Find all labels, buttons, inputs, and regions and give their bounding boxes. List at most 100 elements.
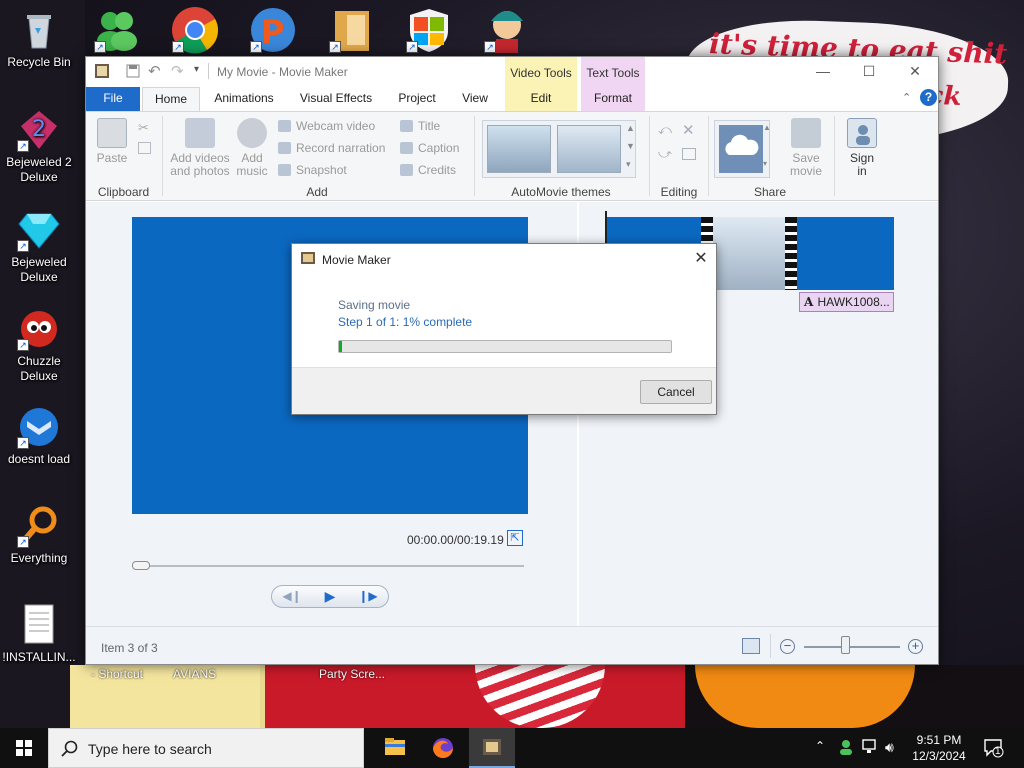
taskbar-firefox[interactable] [420, 728, 466, 768]
network-icon[interactable] [862, 739, 880, 768]
clock[interactable]: 9:51 PM 12/3/2024 [903, 732, 975, 764]
rotate-left-icon[interactable]: ⤺ [658, 122, 672, 138]
tab-view[interactable]: View [452, 87, 498, 111]
desktop-icon-chuzzle[interactable]: ↗ Chuzzle Deluxe [0, 307, 78, 384]
zoom-thumb[interactable] [841, 636, 850, 654]
seek-slider[interactable] [132, 561, 524, 570]
cancel-button[interactable]: Cancel [640, 380, 712, 404]
share-up-icon[interactable]: ▲ [763, 123, 771, 132]
maximize-button[interactable]: ☐ [846, 57, 892, 87]
onedrive-share-tile[interactable] [719, 125, 763, 173]
tab-animations[interactable]: Animations [206, 87, 282, 111]
help-icon[interactable]: ? [920, 89, 937, 106]
collapse-ribbon-icon[interactable]: ⌃ [902, 91, 911, 104]
gallery-more-icon[interactable]: ▾ [626, 159, 631, 170]
tab-file[interactable]: File [86, 87, 140, 111]
desktop-icon-folder-zip[interactable]: ↗ [327, 5, 377, 55]
tab-edit[interactable]: Edit [505, 87, 577, 111]
notification-center-icon[interactable]: 1 [983, 738, 1005, 768]
desktop-label-avians[interactable]: AVIANS [173, 667, 216, 681]
quick-access-dropdown-icon[interactable]: ▾ [194, 64, 199, 75]
desktop-icon-bejeweled2[interactable]: 2 ↗ Bejeweled 2 Deluxe [0, 108, 78, 185]
storyboard-view-icon[interactable] [742, 638, 760, 654]
ribbon-separator [708, 116, 709, 196]
zoom-slider[interactable] [804, 646, 900, 648]
paste-button[interactable]: Paste [96, 118, 128, 165]
gallery-down-icon[interactable]: ▼ [626, 141, 635, 151]
start-button[interactable] [0, 728, 48, 768]
desktop-icon-recycle-bin[interactable]: Recycle Bin [0, 8, 78, 70]
desktop-label-party[interactable]: Party Scre... [319, 667, 385, 681]
title-button[interactable]: Title [400, 116, 440, 136]
zoom-out-button[interactable]: − [780, 639, 795, 654]
tab-format[interactable]: Format [581, 87, 645, 111]
user-status-icon[interactable] [838, 738, 854, 768]
share-gallery[interactable]: ▲ ▾ [714, 120, 771, 178]
save-icon[interactable] [126, 64, 140, 81]
webcam-video-button[interactable]: Webcam video [278, 116, 375, 136]
desktop-icon-installing[interactable]: !INSTALLIN... [0, 603, 78, 665]
shortcut-arrow-icon: ↗ [17, 140, 29, 152]
previous-frame-button[interactable]: ◀❙ [274, 588, 310, 605]
item-count: Item 3 of 3 [101, 641, 158, 655]
desktop-label-shortcut[interactable]: - Shortcut [91, 667, 143, 681]
next-frame-button[interactable]: ❙▶ [350, 588, 386, 605]
caption-button[interactable]: Caption [400, 138, 459, 158]
copy-icon[interactable] [138, 142, 151, 154]
desktop-icon-messenger[interactable]: ↗ [92, 5, 142, 55]
taskbar-file-explorer[interactable] [372, 728, 418, 768]
webcam-icon [278, 120, 291, 132]
automovie-themes-gallery[interactable]: ▲ ▼ ▾ [482, 120, 636, 178]
fullscreen-preview-icon[interactable]: ⇱ [507, 530, 523, 546]
share-more-icon[interactable]: ▾ [763, 159, 767, 168]
tab-visual-effects[interactable]: Visual Effects [292, 87, 380, 111]
desktop-icon-thunderbird[interactable]: ↗ doesnt load [0, 405, 78, 467]
undo-icon[interactable]: ↶ [148, 62, 161, 80]
shortcut-arrow-icon: ↗ [94, 41, 106, 53]
save-movie-button[interactable]: Save movie [786, 118, 826, 178]
zoom-in-button[interactable]: + [908, 639, 923, 654]
desktop-icon-everything[interactable]: ↗ Everything [0, 504, 78, 566]
record-narration-button[interactable]: Record narration [278, 138, 385, 158]
credits-button[interactable]: Credits [400, 160, 456, 180]
caption-item[interactable]: A HAWK1008... [799, 292, 894, 312]
desktop-icon-label: Chuzzle Deluxe [17, 354, 61, 383]
taskbar-movie-maker[interactable] [469, 728, 515, 768]
title-divider [208, 63, 209, 79]
theme-thumbnail-2[interactable] [557, 125, 621, 173]
desktop-icon-game-character[interactable]: ↗ [482, 5, 532, 55]
desktop-icon-peggle[interactable]: P ↗ [248, 5, 298, 55]
cut-icon[interactable]: ✂ [138, 120, 149, 136]
show-hidden-icons[interactable]: ⌃ [815, 739, 825, 768]
sign-in-button[interactable]: Sign in [842, 118, 882, 178]
group-label-clipboard: Clipboard [97, 185, 150, 199]
remove-icon[interactable]: ✕ [682, 121, 695, 139]
desktop-icon-chrome[interactable]: ↗ [170, 5, 220, 55]
shortcut-arrow-icon: ↗ [17, 437, 29, 449]
add-music-button[interactable]: Add music [232, 118, 272, 178]
volume-icon[interactable]: 🔊︎ [885, 739, 894, 768]
select-all-icon[interactable] [682, 148, 696, 160]
dialog-close-button[interactable]: ✕ [688, 247, 714, 271]
add-videos-button[interactable]: Add videos and photos [168, 118, 232, 178]
seek-thumb[interactable] [132, 561, 150, 570]
tab-home[interactable]: Home [142, 87, 200, 111]
desktop-icon-label: Recycle Bin [7, 55, 71, 69]
svg-text:2: 2 [32, 117, 46, 142]
snapshot-button[interactable]: Snapshot [278, 160, 347, 180]
gallery-up-icon[interactable]: ▲ [626, 123, 635, 133]
desktop-icon-bejeweled[interactable]: ↗ Bejeweled Deluxe [0, 208, 78, 285]
play-button[interactable]: ▶ [312, 588, 348, 605]
taskbar-search[interactable]: Type here to search [48, 728, 364, 768]
tab-project[interactable]: Project [390, 87, 444, 111]
redo-icon[interactable]: ↷ [171, 62, 184, 80]
desktop-icon-label: Bejeweled Deluxe [11, 255, 67, 284]
close-button[interactable]: ✕ [892, 57, 938, 87]
save-movie-icon [791, 118, 821, 148]
theme-thumbnail-1[interactable] [487, 125, 551, 173]
minimize-button[interactable]: — [800, 57, 846, 87]
webcam-video-label: Webcam video [296, 119, 376, 133]
rotate-right-icon[interactable]: ⤻ [658, 146, 672, 162]
movie-maker-app-icon[interactable] [94, 63, 110, 82]
desktop-icon-windows-shield[interactable]: ↗ [404, 5, 454, 55]
